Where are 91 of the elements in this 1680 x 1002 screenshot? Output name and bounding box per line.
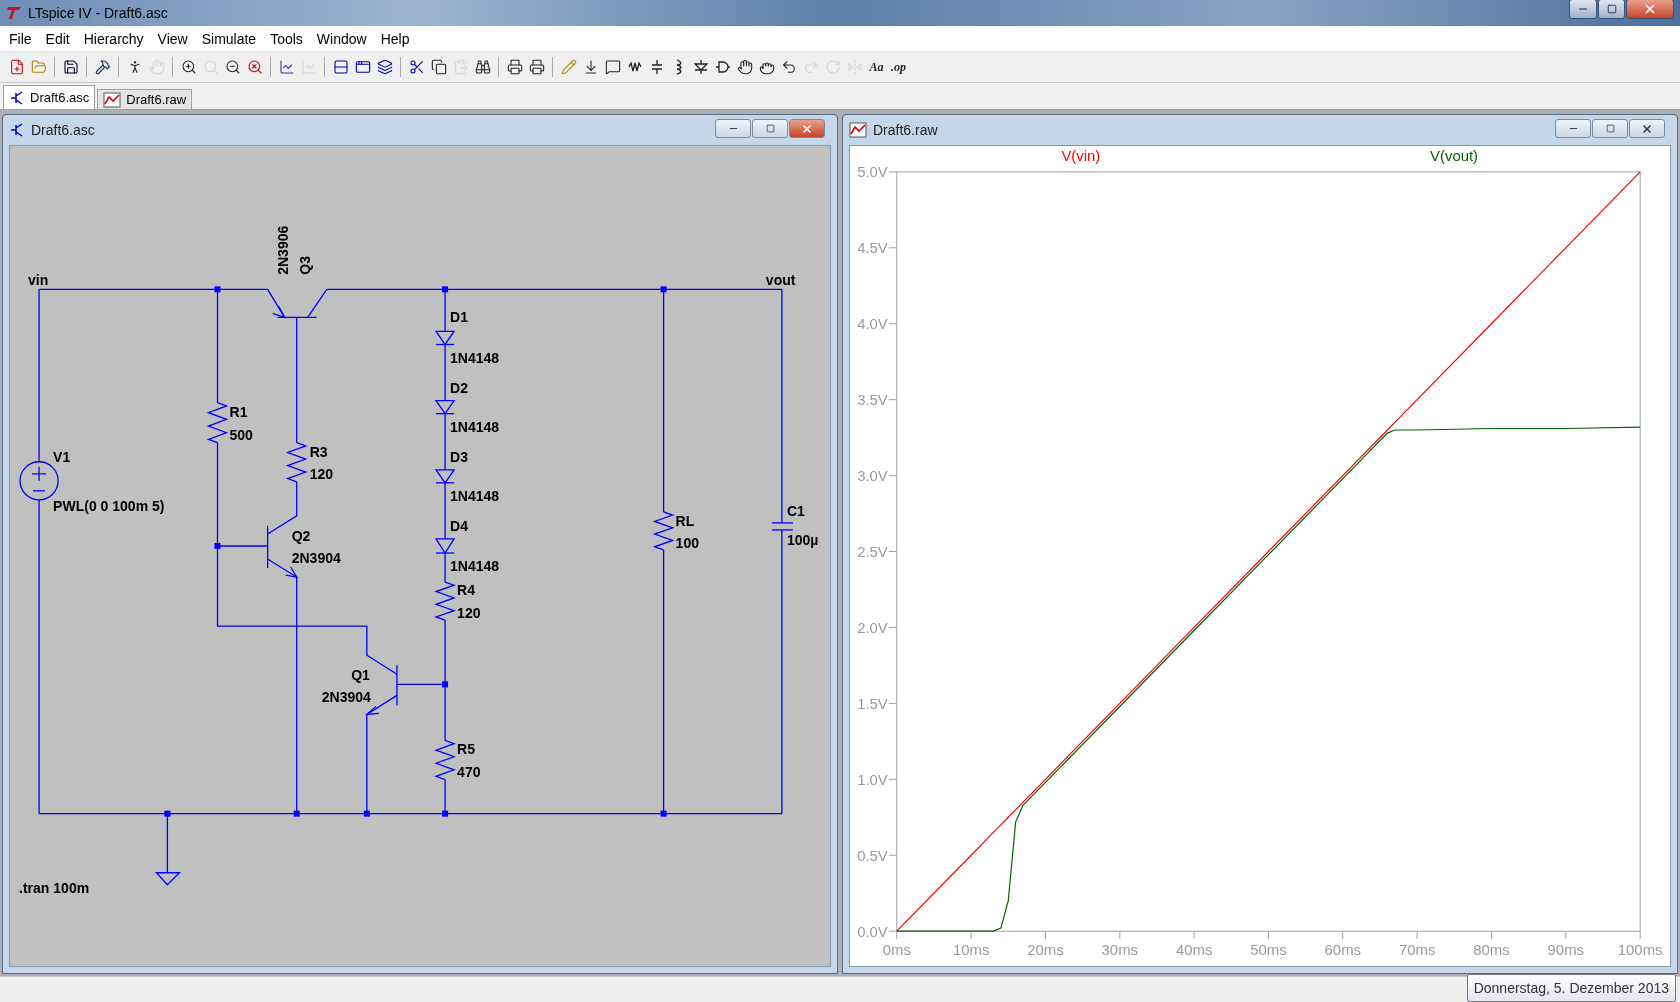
x-tick-label: 60ms [1324, 941, 1361, 959]
menu-item[interactable]: Simulate [194, 30, 264, 47]
document-tab[interactable]: Draft6.raw [97, 89, 193, 109]
component-name: RL [675, 512, 695, 529]
component-value: 1N4148 [450, 487, 500, 504]
x-tick-label: 30ms [1101, 941, 1138, 959]
component-value: 1N4148 [450, 418, 500, 435]
component-name: R4 [457, 582, 475, 599]
minimize-button[interactable] [1555, 119, 1591, 138]
maximize-icon [1605, 124, 1615, 133]
x-tick-label: 10ms [952, 941, 990, 959]
menu-item[interactable]: Window [309, 30, 374, 47]
document-tab[interactable]: Draft6.asc [3, 85, 96, 109]
minimize-button[interactable] [715, 119, 751, 138]
close-icon [1641, 122, 1653, 135]
x-tick-label: 90ms [1547, 941, 1585, 959]
component-name: D2 [450, 379, 468, 396]
x-tick-label: 70ms [1398, 941, 1436, 959]
component-value: 2N3904 [321, 689, 371, 706]
date-tooltip: Donnerstag, 5. Dezember 2013 [1466, 974, 1676, 1002]
waveform-icon [103, 91, 122, 108]
y-tick-label: 3.0V [857, 467, 888, 485]
y-tick-label: 2.5V [857, 543, 888, 560]
x-tick-label: 100ms [1617, 941, 1663, 959]
component-value: 100 [675, 534, 699, 551]
menu-item[interactable]: Help [373, 30, 417, 47]
close-button[interactable] [1626, 0, 1674, 19]
x-tick-label: 50ms [1250, 941, 1287, 959]
close-icon [801, 122, 813, 135]
menu-item[interactable]: Tools [263, 30, 310, 47]
menu-item[interactable]: Hierarchy [76, 30, 151, 47]
component-name: Q2 [291, 527, 311, 544]
component-value: PWL(0 0 100m 5) [53, 497, 165, 514]
trace-label[interactable]: V(vout) [1430, 147, 1479, 165]
menu-item[interactable]: Edit [38, 30, 77, 47]
net-label: vout [765, 272, 796, 289]
x-tick-label: 20ms [1027, 941, 1064, 959]
app-logo-icon [4, 6, 22, 20]
component-name: V1 [53, 448, 71, 465]
y-tick-label: 4.0V [857, 315, 888, 333]
component-name: C1 [786, 502, 805, 519]
net-label: vin [28, 272, 49, 289]
transistor-icon [9, 122, 25, 138]
component-value: 1N4148 [450, 558, 500, 574]
component-name: Q3 [296, 255, 313, 275]
y-tick-label: 5.0V [857, 163, 888, 181]
spice-directive-button[interactable]: .op [888, 56, 909, 78]
menu-item[interactable]: File [2, 30, 39, 47]
component-name: D4 [450, 517, 468, 534]
maximize-button[interactable] [752, 119, 788, 138]
trace-label[interactable]: V(vin) [1061, 147, 1101, 165]
component-name: R3 [309, 443, 328, 460]
component-value: 2N3906 [274, 225, 291, 275]
maximize-button[interactable] [1592, 119, 1628, 138]
component-value: 500 [229, 426, 253, 443]
x-tick-label: 80ms [1473, 941, 1510, 959]
component-name: Q1 [351, 667, 370, 684]
x-tick-label: 40ms [1175, 941, 1213, 959]
component-value: 2N3904 [291, 550, 341, 566]
component-value: 120 [309, 465, 334, 482]
y-tick-label: 0.5V [857, 846, 888, 864]
waveform-icon [849, 122, 867, 138]
y-tick-label: 4.5V [857, 239, 888, 257]
component-name: R1 [229, 403, 248, 420]
component-value: 470 [457, 763, 481, 780]
maximize-icon [1606, 4, 1617, 14]
component-value: 120 [457, 605, 481, 622]
window-title: LTspice IV - Draft6.asc [28, 5, 168, 21]
transistor-icon [9, 89, 25, 106]
window-title: Draft6.asc [31, 122, 95, 138]
component-value: 100µ [786, 531, 819, 548]
y-tick-label: 0.0V [857, 922, 888, 940]
component-name: D3 [450, 448, 468, 465]
component-name: D1 [450, 309, 468, 326]
spice-directive: .tran 100m [19, 879, 90, 896]
menu-item[interactable]: View [150, 30, 195, 47]
close-button[interactable] [1629, 119, 1665, 138]
x-tick-label: 0ms [882, 941, 911, 959]
maximize-icon [765, 124, 775, 133]
component-name: R5 [457, 741, 475, 758]
y-tick-label: 1.0V [857, 770, 888, 788]
y-tick-label: 2.0V [857, 618, 888, 636]
close-button[interactable] [789, 119, 825, 138]
maximize-button[interactable] [1598, 0, 1625, 19]
window-title: Draft6.raw [873, 122, 938, 138]
y-tick-label: 3.5V [857, 391, 888, 409]
y-tick-label: 1.5V [857, 694, 888, 712]
minimize-button[interactable] [1569, 0, 1597, 19]
close-icon [1643, 2, 1657, 16]
text-button[interactable]: Aa [866, 56, 887, 78]
component-value: 1N4148 [450, 349, 500, 366]
